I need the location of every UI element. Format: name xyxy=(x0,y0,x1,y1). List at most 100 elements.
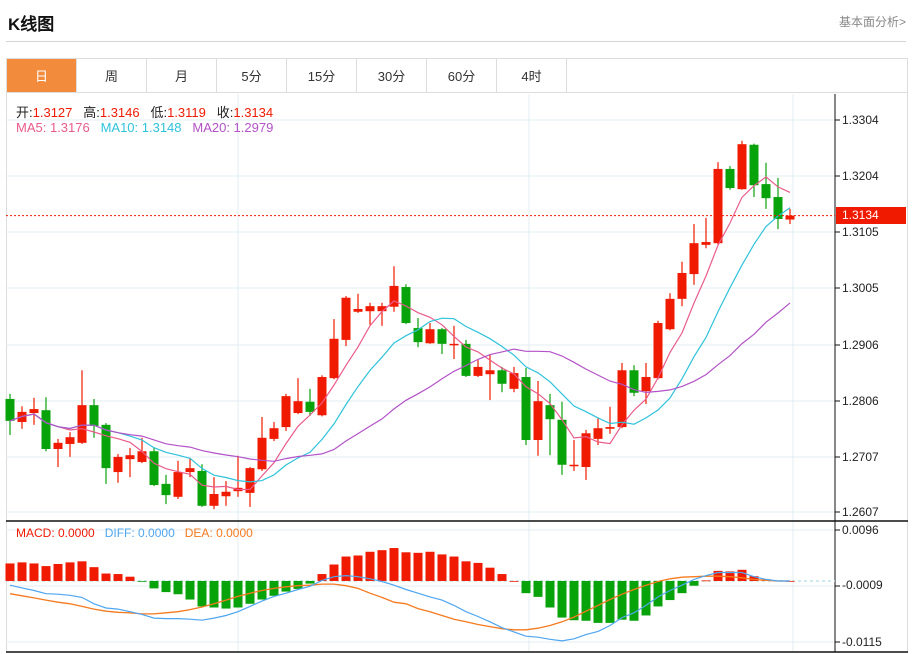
macd-bar xyxy=(5,563,15,581)
macd-bar xyxy=(377,550,387,581)
macd-bar xyxy=(425,551,435,581)
macd-bar xyxy=(737,569,747,581)
candle-up xyxy=(425,329,435,344)
candle-up xyxy=(665,298,675,330)
macd-bar xyxy=(329,564,339,581)
candle-up xyxy=(29,409,39,414)
macd-bar xyxy=(221,580,231,609)
macd-bar xyxy=(473,562,483,581)
candle-down xyxy=(761,184,771,199)
macd-bar xyxy=(149,580,159,589)
candle-up xyxy=(341,297,351,340)
low-label: 低: xyxy=(150,105,168,120)
price-axis-label: 1.3105 xyxy=(842,225,879,239)
macd-bar xyxy=(365,551,375,581)
candle-up xyxy=(641,377,651,392)
close-label: 收: xyxy=(216,105,234,120)
macd-bar xyxy=(545,580,555,608)
candle-down xyxy=(725,168,735,189)
macd-value: MACD: 0.0000 xyxy=(16,526,95,540)
price-axis-label: 1.3204 xyxy=(842,169,879,183)
candle-up xyxy=(509,373,519,389)
macd-bar xyxy=(485,567,495,581)
macd-bar xyxy=(437,554,447,581)
dea-value: DEA: 0.0000 xyxy=(184,526,253,540)
candle-down xyxy=(149,451,159,486)
candle-up xyxy=(53,442,63,450)
macd-bar xyxy=(689,580,699,586)
ma20-value: MA20: 1.2979 xyxy=(192,120,274,135)
low-value: 1.3119 xyxy=(167,105,206,120)
macd-bar xyxy=(65,562,75,581)
macd-bar xyxy=(413,552,423,581)
close-value: 1.3134 xyxy=(233,105,274,120)
macd-bar xyxy=(41,566,51,581)
candle-up xyxy=(173,472,183,497)
candle-up xyxy=(569,464,579,467)
macd-bar xyxy=(137,580,147,582)
macd-bar xyxy=(77,561,87,581)
candle-up xyxy=(317,377,327,416)
macd-axis-label: -0.0009 xyxy=(842,578,883,592)
macd-bar xyxy=(53,563,63,581)
candle-down xyxy=(437,329,447,344)
price-axis-label: 1.2806 xyxy=(842,394,879,408)
kline-chart[interactable] xyxy=(0,0,912,654)
candle-up xyxy=(737,144,747,190)
macd-bar xyxy=(653,580,663,607)
candle-up xyxy=(785,215,795,220)
diff-value: DIFF: 0.0000 xyxy=(104,526,175,540)
macd-bar xyxy=(533,580,543,597)
macd-bar xyxy=(89,567,99,581)
price-axis-label: 1.2707 xyxy=(842,450,879,464)
candle-up xyxy=(473,366,483,376)
candle-up xyxy=(269,428,279,439)
candle-down xyxy=(5,398,15,421)
candle-down xyxy=(161,483,171,496)
candle-up xyxy=(281,396,291,428)
candle-down xyxy=(197,470,207,506)
macd-bar xyxy=(449,556,459,581)
price-axis-label: 1.2607 xyxy=(842,505,879,519)
ma5-value: MA5: 1.3176 xyxy=(16,120,90,135)
macd-bar xyxy=(341,556,351,581)
ma5-line xyxy=(9,176,791,491)
open-value: 1.3127 xyxy=(32,105,73,120)
open-label: 开: xyxy=(16,105,33,120)
macd-bar xyxy=(197,580,207,607)
candle-up xyxy=(221,491,231,497)
candle-up xyxy=(137,451,147,462)
macd-bar xyxy=(617,580,627,620)
candle-up xyxy=(593,428,603,439)
macd-bar xyxy=(17,562,27,581)
macd-axis-label: -0.0115 xyxy=(842,635,882,649)
candle-up xyxy=(617,370,627,428)
macd-bar xyxy=(509,580,519,582)
current-price-tag: 1.3134 xyxy=(836,207,906,224)
price-axis-label: 1.3005 xyxy=(842,281,879,295)
candle-up xyxy=(701,242,711,245)
candle-up xyxy=(605,427,615,429)
macd-bar xyxy=(581,580,591,621)
macd-bar xyxy=(593,580,603,623)
candle-up xyxy=(449,343,459,346)
candle-up xyxy=(185,468,195,473)
macd-bar xyxy=(461,561,471,581)
candle-up xyxy=(329,338,339,379)
macd-bar xyxy=(101,573,111,581)
candle-up xyxy=(125,455,135,460)
candle-up xyxy=(689,243,699,275)
candle-up xyxy=(293,401,303,414)
macd-bar xyxy=(113,574,123,581)
ohlc-legend: 开:1.3127 高:1.3146 低:1.3119 收:1.3134 xyxy=(16,102,273,121)
macd-bar xyxy=(557,580,567,618)
candle-up xyxy=(485,370,495,375)
candle-up xyxy=(713,168,723,244)
candle-down xyxy=(89,405,99,426)
ma-legend: MA5: 1.3176 MA10: 1.3148 MA20: 1.2979 xyxy=(16,120,273,135)
candle-down xyxy=(497,370,507,384)
macd-bar xyxy=(185,580,195,600)
macd-bar xyxy=(305,580,315,584)
ma10-value: MA10: 1.3148 xyxy=(100,120,182,135)
candle-up xyxy=(365,306,375,312)
